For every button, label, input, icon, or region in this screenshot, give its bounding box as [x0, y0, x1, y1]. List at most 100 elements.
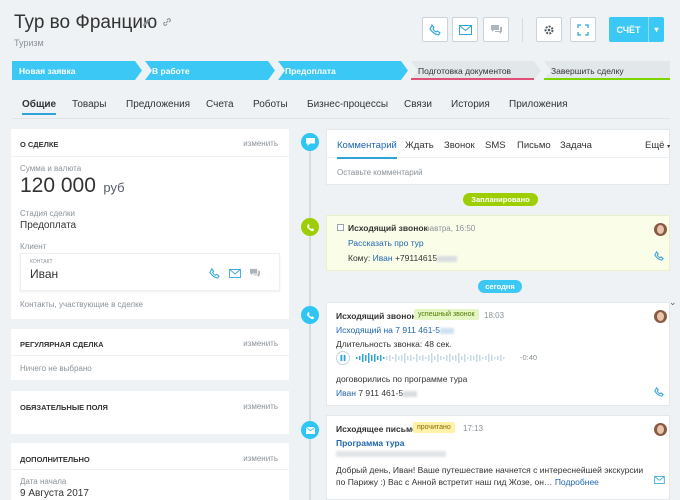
chevron-down-icon[interactable]: ▾ — [648, 17, 664, 42]
editor-more-label: Ещё — [645, 140, 665, 151]
comment-input[interactable]: Оставьте комментарий — [337, 168, 423, 177]
avatar[interactable] — [654, 423, 667, 436]
contact-label: КОНТАКТ — [30, 259, 53, 265]
envelope-icon — [458, 24, 472, 35]
avatar[interactable] — [654, 223, 667, 236]
stage-value[interactable]: Предоплата — [20, 220, 76, 231]
blurred-phone — [440, 327, 454, 334]
activity-editor: Комментарий Ждать Звонок SMS Письмо Зада… — [326, 129, 671, 185]
additional-card: ДОПОЛНИТЕЛЬНО изменить Дата начала 9 Авг… — [11, 443, 289, 500]
call-duration: Длительность звонка: 48 сек. — [336, 339, 452, 349]
call-button[interactable] — [422, 17, 448, 42]
call-note: договорились по программе тура — [336, 374, 468, 384]
call-link[interactable]: Исходящий на 7 911 461-5 — [336, 325, 454, 335]
deal-tabs: Общие Товары Предложения Счета Роботы Би… — [22, 99, 672, 115]
pause-button[interactable] — [336, 351, 350, 365]
comment-timeline-icon — [301, 133, 319, 151]
stage-documents[interactable]: Подготовка документов — [411, 61, 511, 80]
tab-links[interactable]: Связи — [404, 99, 432, 110]
completed-call-item: Исходящий звонок успешный звонок 18:03 И… — [326, 302, 670, 406]
tab-general[interactable]: Общие — [22, 99, 57, 115]
start-date-label: Дата начала — [20, 477, 67, 486]
status-badge: прочитано — [413, 422, 455, 433]
email-more-link[interactable]: Подробнее — [555, 477, 599, 487]
required-fields-header: ОБЯЗАТЕЛЬНЫЕ ПОЛЯ — [20, 403, 108, 412]
status-badge: успешный звонок — [414, 309, 479, 320]
settings-button[interactable] — [536, 17, 562, 42]
contact-name[interactable]: Иван — [30, 267, 58, 281]
avatar[interactable] — [654, 310, 667, 323]
regular-deal-header: РЕГУЛЯРНАЯ СДЕЛКА — [20, 340, 104, 349]
tab-invoices[interactable]: Счета — [206, 99, 234, 110]
call-link-text: Исходящий на 7 911 461-5 — [336, 325, 440, 335]
client-contact-box: КОНТАКТ Иван — [20, 253, 280, 291]
email-time: 17:13 — [463, 424, 484, 433]
stage-prepayment[interactable]: Предоплата — [278, 61, 336, 80]
chat-button[interactable] — [483, 17, 509, 42]
regular-deal-value: Ничего не выбрано — [20, 364, 92, 373]
account-button[interactable]: СЧЁТ ▾ — [609, 17, 664, 42]
editor-tab-task[interactable]: Задача — [560, 140, 592, 151]
planned-divider: Запланировано — [463, 193, 538, 206]
expand-button[interactable] — [570, 17, 596, 42]
email-timeline-icon — [301, 421, 319, 439]
blurred-phone — [403, 390, 418, 397]
amount-value: 120 000 — [20, 174, 96, 197]
regular-deal-edit-link[interactable]: изменить — [243, 339, 278, 348]
editor-tab-call[interactable]: Звонок — [444, 140, 475, 151]
tab-history[interactable]: История — [451, 99, 490, 110]
contact-phone-icon[interactable] — [209, 268, 220, 279]
amount-label: Сумма и валюта — [20, 164, 82, 173]
tab-robots[interactable]: Роботы — [253, 99, 288, 110]
editor-more-menu[interactable]: Ещё ▾ — [645, 140, 670, 151]
email-button[interactable] — [452, 17, 478, 42]
scroll-down-chevron-icon[interactable]: ⌄ — [669, 297, 677, 308]
complete-checkbox[interactable] — [337, 224, 344, 231]
pencil-icon[interactable] — [142, 18, 151, 27]
tab-quotes[interactable]: Предложения — [126, 99, 190, 110]
tab-products[interactable]: Товары — [72, 99, 106, 110]
amount-field[interactable]: 120 000 руб — [20, 174, 125, 198]
chevron-down-icon: ▾ — [667, 144, 671, 150]
additional-edit-link[interactable]: изменить — [243, 454, 278, 463]
email-subject[interactable]: Программа тура — [336, 438, 404, 448]
contact-email-icon[interactable] — [229, 269, 241, 278]
link-icon[interactable] — [162, 17, 172, 27]
planned-call-title: Исходящий звонок — [348, 223, 428, 233]
recipient-label: Кому: — [348, 253, 371, 263]
audio-waveform[interactable] — [356, 352, 514, 364]
page-title: Тур во Францию — [14, 12, 158, 33]
toolbar-divider — [522, 18, 523, 42]
phone-icon[interactable] — [654, 387, 664, 397]
start-date-value: 9 Августа 2017 — [20, 488, 89, 499]
call-contact-name[interactable]: Иван — [336, 388, 356, 398]
contact-chat-icon[interactable] — [249, 268, 261, 278]
recipient-name[interactable]: Иван — [373, 253, 393, 263]
card-divider — [11, 355, 289, 356]
participants-link[interactable]: Контакты, участвующие в сделке — [20, 300, 143, 309]
required-fields-edit-link[interactable]: изменить — [243, 402, 278, 411]
editor-tab-sms[interactable]: SMS — [485, 140, 506, 151]
account-button-label: СЧЁТ — [616, 24, 641, 35]
editor-tab-wait[interactable]: Ждать — [405, 140, 434, 151]
stage-new[interactable]: Новая заявка — [12, 61, 76, 80]
stage-in-progress[interactable]: В работе — [145, 61, 190, 80]
planned-call-when: завтра, 16:50 — [426, 224, 476, 233]
call-title: Исходящий звонок — [336, 311, 416, 321]
editor-tab-comment[interactable]: Комментарий — [337, 140, 397, 159]
currency-value: руб — [103, 180, 125, 195]
stage-finish[interactable]: Завершить сделку — [544, 61, 624, 80]
about-deal-header: О СДЕЛКЕ — [20, 140, 59, 149]
card-divider — [11, 156, 289, 157]
required-fields-card: ОБЯЗАТЕЛЬНЫЕ ПОЛЯ изменить — [11, 391, 289, 434]
editor-tab-email[interactable]: Письмо — [517, 140, 551, 151]
tab-business-processes[interactable]: Бизнес-процессы — [307, 99, 388, 110]
call-contact-phone: 7 911 461-5 — [358, 388, 404, 398]
phone-icon[interactable] — [654, 251, 664, 261]
email-body: Добрый день, Иван! Ваше путешествие начн… — [336, 464, 646, 488]
envelope-icon[interactable] — [654, 476, 665, 484]
planned-call-subject[interactable]: Рассказать про тур — [348, 238, 424, 248]
tab-apps[interactable]: Приложения — [509, 99, 568, 110]
today-divider: сегодня — [478, 280, 522, 293]
about-deal-edit-link[interactable]: изменить — [243, 139, 278, 148]
